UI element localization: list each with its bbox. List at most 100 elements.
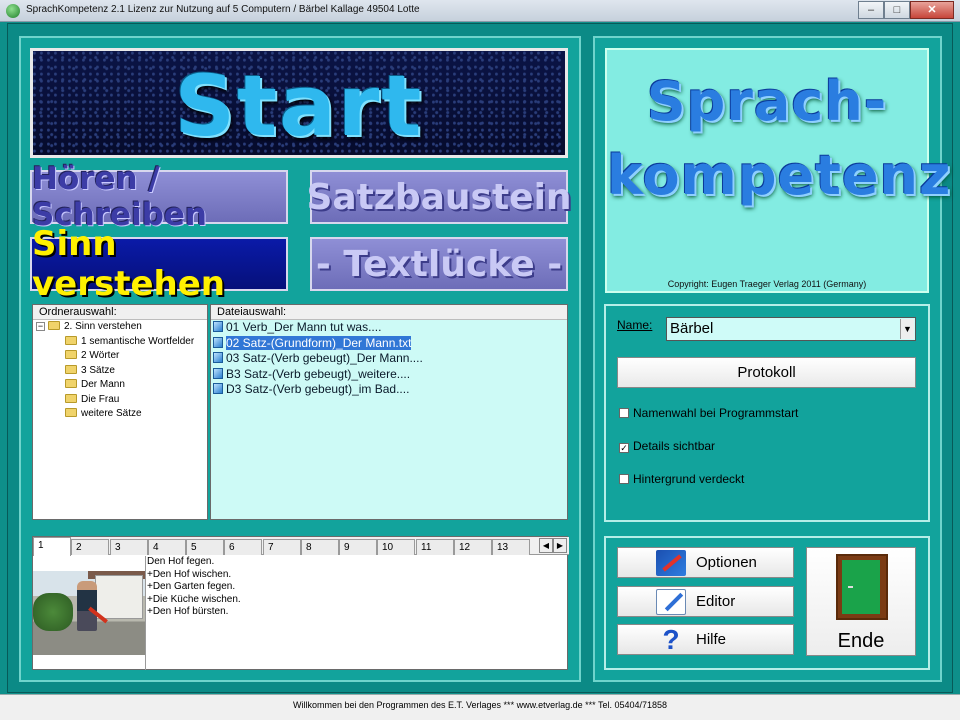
checkbox-checked-icon[interactable]: ✓	[619, 443, 629, 453]
detail-divider	[145, 556, 146, 670]
tree-item[interactable]: Der Mann	[33, 378, 207, 393]
mode-button-hoeren-schreiben[interactable]: Hören / Schreiben	[30, 161, 288, 233]
window-controls: – □ ✕	[858, 1, 954, 19]
tab-3[interactable]: 3	[110, 539, 148, 555]
file-item[interactable]: B3 Satz-(Verb gebeugt)_weitere....	[211, 367, 567, 383]
checkbox-unchecked-icon[interactable]	[619, 408, 629, 418]
app-icon	[6, 4, 20, 18]
file-item-label: B3 Satz-(Verb gebeugt)_weitere....	[226, 366, 411, 381]
file-item[interactable]: 03 Satz-(Verb gebeugt)_Der Mann....	[211, 351, 567, 367]
checkbox-namenwahl[interactable]: Namenwahl bei Programmstart	[619, 406, 798, 420]
tab-6[interactable]: 6	[224, 539, 262, 555]
optionen-button[interactable]: Optionen	[617, 547, 794, 578]
tab-2[interactable]: 2	[71, 539, 109, 555]
help-icon: ?	[662, 624, 680, 655]
tree-item-label: 2 Wörter	[81, 350, 120, 361]
tab-9[interactable]: 9	[339, 539, 377, 555]
file-item-label: 03 Satz-(Verb gebeugt)_Der Mann....	[226, 351, 423, 365]
tree-root[interactable]: − 2. Sinn verstehen	[33, 320, 207, 335]
photo-person	[77, 581, 97, 631]
tab-scroll-buttons: ◀ ▶	[539, 538, 567, 553]
illustration-image	[33, 571, 145, 655]
title-bar: SprachKompetenz 2.1 Lizenz zur Nutzung a…	[0, 0, 960, 22]
ende-button[interactable]: Ende	[806, 547, 916, 656]
tree-root-label: 2. Sinn verstehen	[64, 321, 142, 332]
tree-item[interactable]: weitere Sätze	[33, 407, 207, 422]
mode-button-satzbaustein[interactable]: Satzbaustein	[306, 170, 572, 224]
tree-item[interactable]: 1 semantische Wortfelder	[33, 335, 207, 350]
tree-item-label: 3 Sätze	[81, 364, 115, 376]
checkbox-label: Details sichtbar	[633, 439, 716, 453]
folder-tree-header: Ordnerauswahl:	[33, 305, 207, 320]
sentence: Den Hof fegen.	[147, 556, 215, 567]
sentence: +Den Hof wischen.	[147, 568, 232, 580]
status-bar: Willkommen bei den Programmen des E.T. V…	[0, 694, 960, 720]
tab-11[interactable]: 11	[416, 539, 454, 555]
file-item[interactable]: 01 Verb_Der Mann tut was....	[211, 320, 567, 336]
tree-item[interactable]: Die Frau	[33, 393, 207, 408]
folder-tree: Ordnerauswahl: − 2. Sinn verstehen 1 sema…	[32, 304, 208, 520]
optionen-label: Optionen	[696, 554, 757, 571]
tab-7[interactable]: 7	[263, 539, 301, 555]
tree-item-label: Die Frau	[81, 393, 120, 405]
name-select[interactable]: Bärbel ▼	[666, 317, 916, 341]
tab-scroll-right-icon[interactable]: ▶	[553, 538, 567, 553]
folder-icon	[65, 335, 77, 345]
tree-item-label: weitere Sätze	[81, 408, 142, 419]
tools-icon	[656, 550, 686, 576]
file-icon	[213, 321, 223, 332]
file-item-selected[interactable]: 02 Satz-(Grundform)_Der Mann.txt	[211, 335, 567, 352]
checkbox-label: Hintergrund verdeckt	[633, 472, 745, 486]
file-item[interactable]: D3 Satz-(Verb gebeugt)_im Bad....	[211, 382, 567, 398]
checkbox-hintergrund[interactable]: Hintergrund verdeckt	[619, 472, 744, 486]
checkbox-unchecked-icon[interactable]	[619, 474, 629, 484]
logo-line-2: kompetenz	[607, 144, 952, 207]
tree-item[interactable]: 3 Sätze	[33, 364, 207, 379]
protokoll-button[interactable]: Protokoll	[617, 357, 916, 388]
tab-13[interactable]: 13	[492, 539, 530, 555]
folder-open-icon	[48, 321, 60, 330]
photo-bush	[33, 593, 73, 631]
tab-12[interactable]: 12	[454, 539, 492, 555]
file-list-header: Dateiauswahl:	[211, 305, 567, 320]
sentence-list: Den Hof fegen. +Den Hof wischen. +Den Ga…	[147, 556, 567, 619]
photo-house	[95, 575, 143, 619]
checkbox-label: Namenwahl bei Programmstart	[633, 406, 799, 420]
notepad-icon	[656, 589, 686, 615]
tab-4[interactable]: 4	[148, 539, 186, 555]
tab-scroll-left-icon[interactable]: ◀	[539, 538, 553, 553]
folder-icon	[65, 408, 77, 417]
editor-button[interactable]: Editor	[617, 586, 794, 617]
mode-button-sinn-verstehen[interactable]: Sinn verstehen	[30, 224, 288, 304]
checkbox-details-sichtbar[interactable]: ✓ Details sichtbar	[619, 439, 715, 453]
tree-item[interactable]: 2 Wörter	[33, 349, 207, 364]
tab-5[interactable]: 5	[186, 539, 224, 555]
mode-button-textluecke[interactable]: - Textlücke -	[310, 237, 568, 291]
hilfe-button[interactable]: ? Hilfe	[617, 624, 794, 655]
tab-1[interactable]: 1	[33, 537, 71, 556]
minimize-button[interactable]: –	[858, 1, 884, 19]
tab-10[interactable]: 10	[377, 539, 415, 555]
app-logo: Sprach- kompetenz Copyright: Eugen Traeg…	[605, 48, 952, 293]
start-banner[interactable]: Start	[30, 48, 568, 158]
logo-line-1: Sprach-	[646, 70, 888, 133]
close-button[interactable]: ✕	[910, 1, 954, 19]
tree-item-label: Der Mann	[81, 379, 125, 390]
chevron-down-icon[interactable]: ▼	[900, 319, 914, 339]
maximize-button[interactable]: □	[884, 1, 910, 19]
start-banner-text: Start	[174, 57, 424, 155]
door-icon	[836, 554, 888, 620]
file-icon	[213, 336, 223, 348]
sentence: +Den Hof bürsten.	[147, 606, 229, 617]
file-item-label: D3 Satz-(Verb gebeugt)_im Bad....	[226, 382, 410, 396]
window-title: SprachKompetenz 2.1 Lizenz zur Nutzung a…	[26, 4, 420, 15]
hilfe-label: Hilfe	[696, 631, 727, 648]
collapse-icon[interactable]: −	[36, 322, 45, 331]
status-text: Willkommen bei den Programmen des E.T. V…	[292, 700, 668, 710]
sentence: +Den Garten fegen.	[147, 581, 236, 592]
name-label: Name:	[617, 318, 653, 332]
detail-panel: 1 2 3 4 5 6 7 8 9 10 11 12 13 ◀ ▶ Den Hof…	[32, 536, 569, 670]
file-icon	[213, 367, 223, 379]
file-icon	[213, 383, 223, 394]
tab-8[interactable]: 8	[301, 539, 339, 555]
